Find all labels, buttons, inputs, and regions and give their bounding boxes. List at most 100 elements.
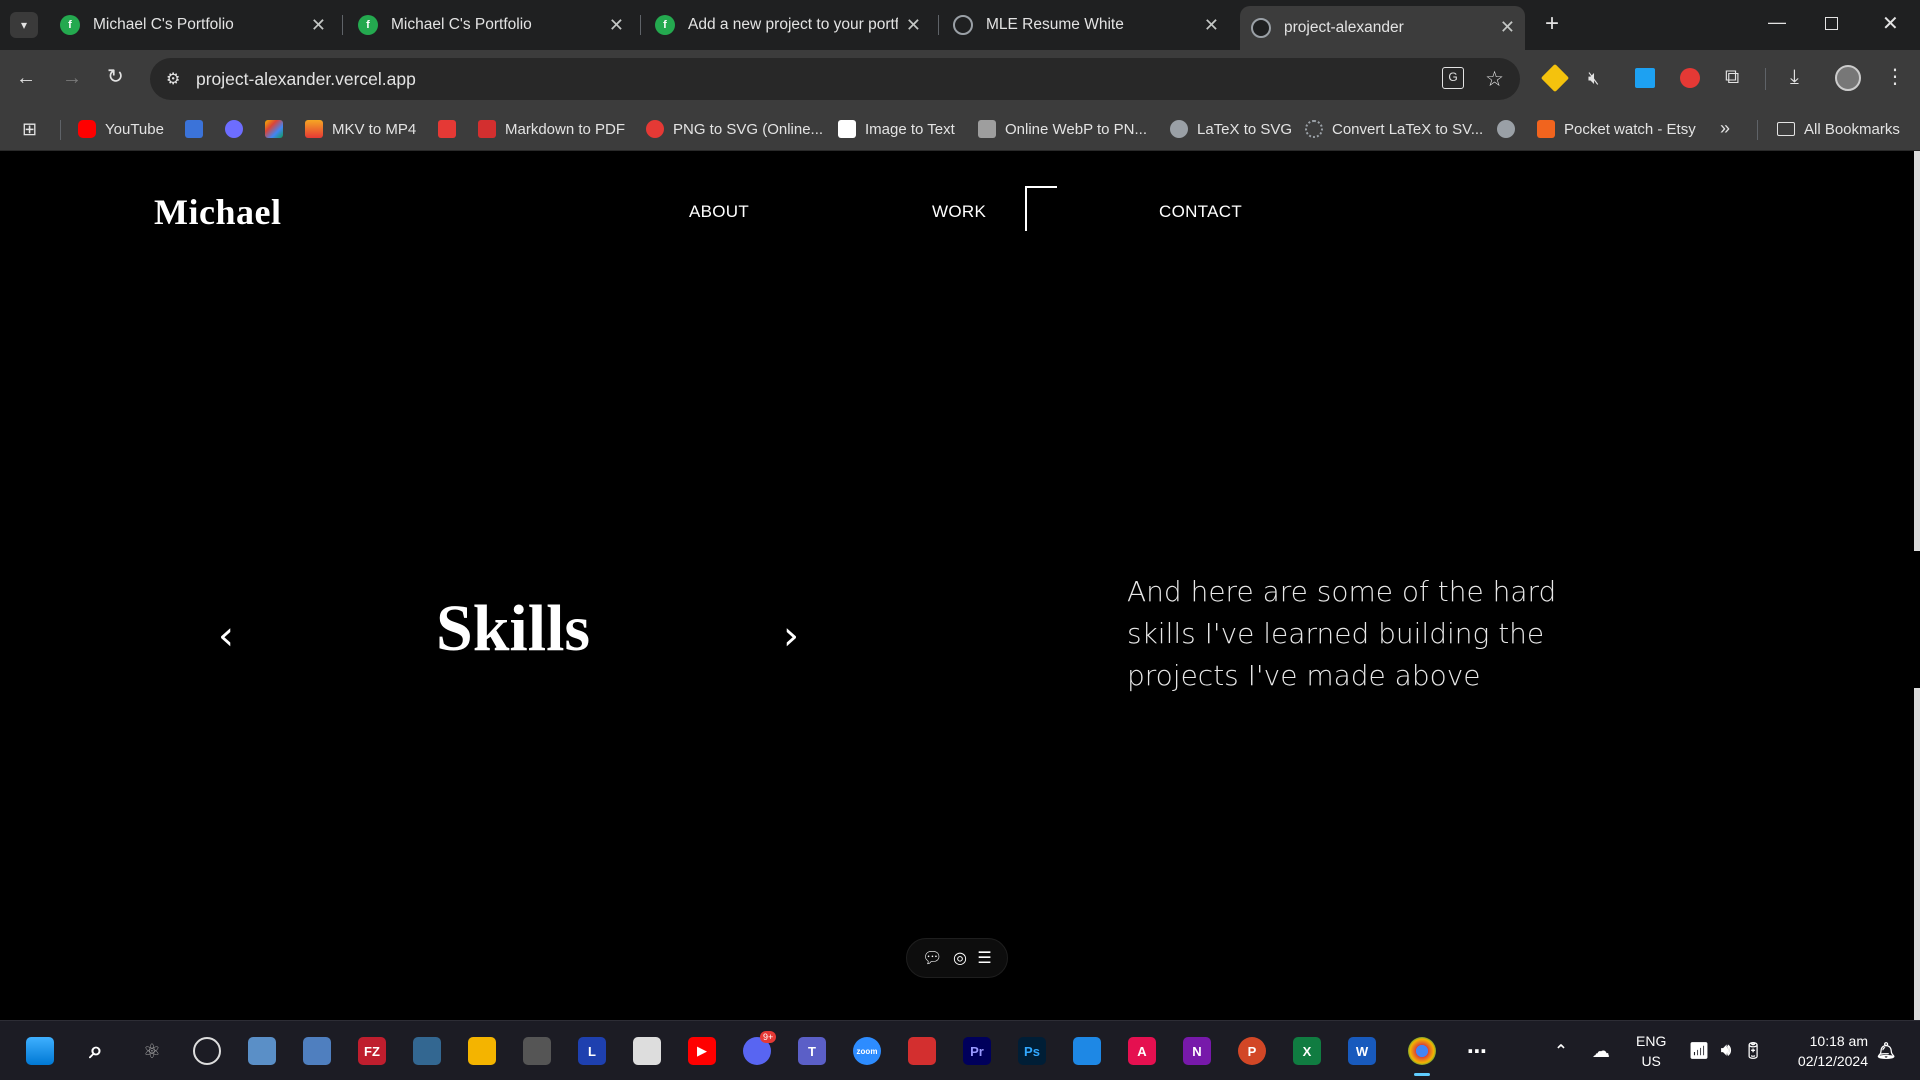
close-icon[interactable]: ✕ [1204,16,1219,34]
globe-icon [953,15,973,35]
bookmark-png-to-svg[interactable]: PNG to SVG (Online... [646,119,823,139]
section-title: Skills [436,592,591,665]
nav-about[interactable]: ABOUT [689,202,749,222]
l-app-icon[interactable]: L [578,1037,606,1065]
excel-icon[interactable]: X [1293,1037,1321,1065]
feather-icon[interactable] [523,1037,551,1065]
bookmark-favicon [305,120,323,138]
url-text[interactable]: project-alexander.vercel.app [196,69,416,90]
bookmark-markdown-to-pdf[interactable]: Markdown to PDF [478,119,625,139]
prev-slide-arrow[interactable]: ‹ [218,616,234,656]
nav-work[interactable]: WORK [932,202,986,222]
close-icon[interactable]: ✕ [1500,18,1515,36]
monitor-chart-icon[interactable] [248,1037,276,1065]
bookmark-convert-latex[interactable]: Convert LaTeX to SV... [1305,119,1483,139]
new-tab-button[interactable]: + [1545,10,1559,38]
search-icon[interactable]: ⌕ [82,1037,110,1065]
profile-avatar[interactable] [1835,65,1861,91]
minimize-button[interactable]: — [1768,12,1786,33]
apps-grid-icon[interactable]: ⊞ [22,119,37,140]
close-icon[interactable]: ✕ [311,16,326,34]
folder-icon [1777,122,1795,136]
battery-icon[interactable]: 🔋︎ [1739,1037,1767,1065]
obs-icon[interactable] [193,1037,221,1065]
autocad-icon[interactable]: A [1128,1037,1156,1065]
atom-icon[interactable]: ⚛ [138,1037,166,1065]
site-logo[interactable]: Michael [154,191,281,233]
tab-0[interactable]: f Michael C's Portfolio ✕ [60,8,336,42]
window-app-icon[interactable] [1073,1037,1101,1065]
powerpoint-icon[interactable]: P [1238,1037,1266,1065]
snipping-tool-icon[interactable] [633,1037,661,1065]
notification-bell-icon[interactable]: 🔔︎ [1872,1037,1900,1065]
premiere-icon[interactable]: Pr [963,1037,991,1065]
system-clock[interactable]: 10:18 am 02/12/2024 [1798,1031,1868,1071]
tab-3[interactable]: MLE Resume White ✕ [953,8,1229,42]
file-explorer-icon[interactable] [468,1037,496,1065]
reload-icon[interactable]: ↻ [107,67,124,87]
extension-square-icon[interactable] [1635,68,1655,88]
bookmark-mkv-to-mp4[interactable]: MKV to MP4 [305,119,416,139]
translate-icon[interactable]: G [1442,67,1464,89]
next-slide-arrow[interactable]: › [783,616,799,656]
address-bar[interactable]: ⚙ project-alexander.vercel.app G ☆ [150,58,1520,100]
bookmark-image-to-text[interactable]: Image to Text [838,119,955,139]
teams-icon[interactable]: T [798,1037,826,1065]
windows-start-icon[interactable] [26,1037,54,1065]
comment-icon[interactable]: 💬︎ [922,948,942,968]
extensions-puzzle-icon[interactable]: ⧉ [1725,67,1739,87]
chrome-icon[interactable] [1408,1037,1436,1065]
volume-icon[interactable]: 🔊︎ [1712,1037,1740,1065]
nav-contact[interactable]: CONTACT [1159,202,1242,222]
photoshop-icon[interactable]: Ps [1018,1037,1046,1065]
network-icon[interactable] [303,1037,331,1065]
zoom-icon[interactable]: zoom [853,1037,881,1065]
forward-arrow-icon[interactable]: → [62,68,82,88]
word-icon[interactable]: W [1348,1037,1376,1065]
wifi-icon[interactable]: 📶︎ [1685,1037,1713,1065]
scrollbar-track[interactable] [1914,688,1920,1020]
youtube-app-icon[interactable]: ▶ [688,1037,716,1065]
active-app-indicator [1414,1073,1430,1076]
more-bookmarks-chevron-icon[interactable]: » [1720,118,1730,139]
language-indicator[interactable]: ENG US [1636,1031,1666,1071]
highlighter-extension-icon[interactable] [1540,63,1570,93]
tab-search-button[interactable]: ▾ [10,12,38,38]
eye-icon[interactable]: ◎ [953,948,967,968]
more-apps-icon[interactable]: ⋯ [1463,1037,1491,1065]
bookmark-youtube[interactable]: YouTube [78,119,164,139]
menu-kebab-icon[interactable]: ⋮ [1885,67,1905,87]
chevron-up-icon[interactable]: ⌃ [1547,1037,1575,1065]
tab-2[interactable]: f Add a new project to your portf ✕ [655,8,931,42]
bookmark-icon-only[interactable] [185,119,212,139]
close-window-button[interactable]: ✕ [1882,11,1899,36]
scrollbar[interactable] [1914,151,1920,551]
filezilla-icon[interactable]: FZ [358,1037,386,1065]
site-info-icon[interactable]: ⚙ [166,69,180,89]
mute-icon[interactable]: 🔇︎ [1588,68,1599,88]
close-icon[interactable]: ✕ [609,16,624,34]
taskbar: ⌕ ⚛ FZ L ▶ 9+ T zoom Pr Ps A N P X W ⋯ ⌃… [0,1020,1920,1080]
bookmark-icon-only[interactable] [1497,119,1524,139]
bookmark-favicon [646,120,664,138]
list-icon[interactable]: ☰ [977,948,991,968]
bookmark-icon-only[interactable] [225,119,252,139]
close-icon[interactable]: ✕ [906,16,921,34]
acrobat-icon[interactable] [908,1037,936,1065]
bookmark-latex-to-svg[interactable]: LaTeX to SVG [1170,119,1292,139]
bookmark-icon-only[interactable] [438,119,465,139]
restore-button[interactable] [1825,17,1838,30]
back-arrow-icon[interactable]: ← [16,68,36,88]
bookmark-pocket-watch-etsy[interactable]: Pocket watch - Etsy [1537,119,1696,139]
tab-1[interactable]: f Michael C's Portfolio ✕ [358,8,634,42]
download-icon[interactable]: ⤓ [1790,67,1799,87]
onenote-icon[interactable]: N [1183,1037,1211,1065]
postgres-icon[interactable] [413,1037,441,1065]
extension-red-icon[interactable] [1680,68,1700,88]
onedrive-icon[interactable]: ☁ [1587,1037,1615,1065]
bookmark-icon-only[interactable] [265,119,292,139]
tab-4-active[interactable]: project-alexander ✕ [1240,6,1525,50]
all-bookmarks[interactable]: All Bookmarks [1777,119,1900,139]
bookmark-webp-to-png[interactable]: Online WebP to PN... [978,119,1147,139]
bookmark-star-icon[interactable]: ☆ [1485,67,1504,92]
